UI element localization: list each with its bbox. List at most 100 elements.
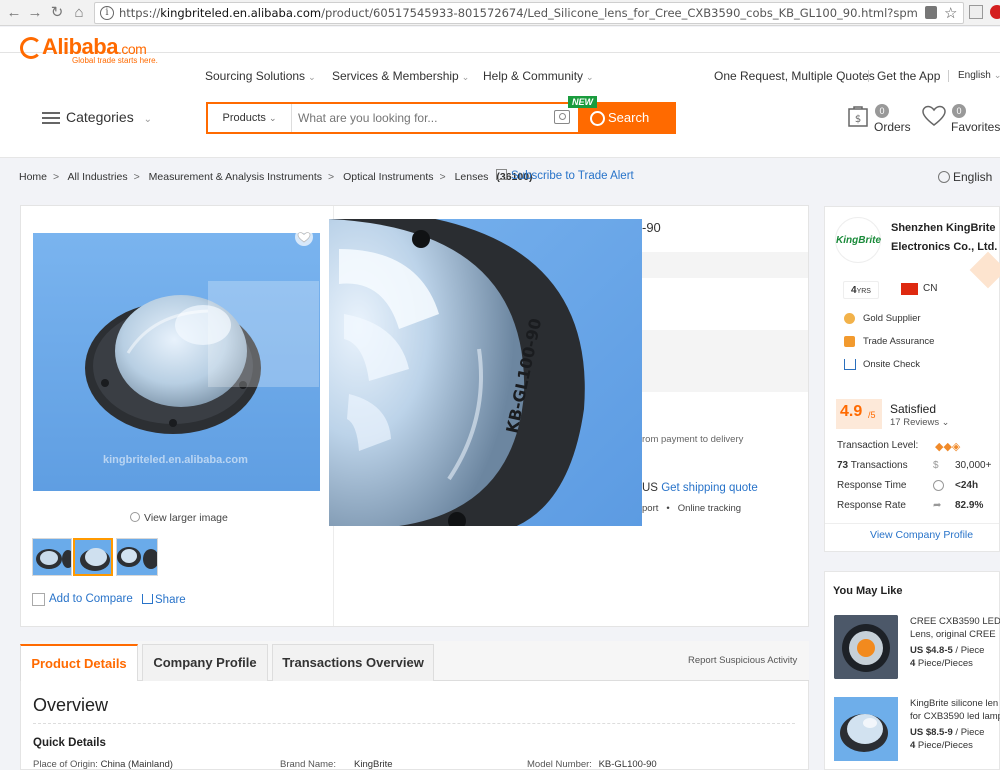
- favorites-link[interactable]: Favorites: [951, 120, 1000, 134]
- view-larger-image-link[interactable]: View larger image: [130, 512, 228, 524]
- back-icon[interactable]: ←: [4, 3, 24, 23]
- home-icon[interactable]: ⌂: [69, 3, 89, 23]
- extension-icon[interactable]: [925, 6, 937, 19]
- forward-icon[interactable]: →: [25, 3, 45, 23]
- breadcrumb-home[interactable]: Home: [19, 171, 47, 183]
- place-of-origin-field: Place of Origin: China (Mainland): [33, 759, 173, 770]
- language-selector[interactable]: English ⌄: [958, 70, 1000, 81]
- chevron-down-icon: ⌄: [308, 72, 316, 82]
- add-to-compare-link[interactable]: Add to Compare: [49, 593, 133, 605]
- reviews-link[interactable]: 17 Reviews ⌄: [890, 417, 949, 428]
- breadcrumb-lenses[interactable]: Lenses: [455, 171, 489, 183]
- site-info-icon[interactable]: i: [100, 6, 114, 20]
- dollar-icon: $: [933, 460, 939, 471]
- reload-icon[interactable]: ↻: [47, 3, 67, 23]
- extension-icon-2[interactable]: [969, 5, 983, 19]
- thumbnail-3[interactable]: [116, 538, 158, 576]
- categories-menu[interactable]: Categories ⌄: [42, 109, 152, 127]
- overview-title: Overview: [33, 695, 109, 715]
- search-category-dropdown[interactable]: Products ⌄: [208, 104, 292, 132]
- rating-box: 4.9 /5 Satisfied 17 Reviews ⌄: [836, 399, 989, 435]
- share-link[interactable]: Share: [142, 594, 186, 606]
- product-title-fragment: -90: [642, 220, 661, 235]
- response-rate-row: Response Rate ➦ 82.9%: [837, 500, 984, 511]
- bookmark-star-icon[interactable]: ☆: [944, 4, 957, 22]
- years-badge: 4YRS: [843, 281, 879, 299]
- chevron-down-icon: ⌄: [586, 72, 594, 82]
- clock-icon: [933, 480, 944, 491]
- divider: [868, 70, 869, 82]
- globe-icon: [938, 171, 950, 183]
- one-request-link[interactable]: One Request, Multiple Quotes: [714, 69, 875, 83]
- gold-supplier-label[interactable]: Gold Supplier: [863, 313, 921, 324]
- logo-tagline: Global trade starts here.: [72, 56, 158, 65]
- report-suspicious-link[interactable]: Report Suspicious Activity: [688, 655, 797, 666]
- you-may-like-title: You May Like: [833, 585, 903, 597]
- recommend-item-2-name[interactable]: KingBrite silicone len for CXB3590 led la…: [910, 697, 1000, 723]
- get-shipping-quote-link[interactable]: Get shipping quote: [661, 482, 758, 494]
- orders-link[interactable]: Orders: [874, 120, 911, 134]
- shipping-row: US Get shipping quote: [642, 482, 758, 494]
- supplier-logo[interactable]: KingBrite: [835, 217, 881, 263]
- image-watermark: kingbriteled.en.alibaba.com: [103, 454, 248, 466]
- recommend-item-2-image[interactable]: [834, 697, 898, 761]
- reply-arrow-icon: ➦: [933, 500, 942, 511]
- rating-score: 4.9: [840, 403, 863, 420]
- nav-services-membership[interactable]: Services & Membership ⌄: [332, 69, 469, 83]
- supplier-card: KingBrite Shenzhen KingBrite Electronics…: [824, 206, 1000, 552]
- recommend-item-1-price: US $4.8-5 / Piece: [910, 645, 985, 656]
- camera-icon[interactable]: [554, 110, 570, 124]
- alibaba-logo[interactable]: Alibaba.com Global trade starts here.: [20, 34, 180, 65]
- add-to-compare-checkbox[interactable]: [32, 593, 45, 606]
- info-row: [642, 330, 808, 392]
- search-input[interactable]: [298, 108, 548, 128]
- extension-icon-3[interactable]: [990, 5, 1000, 19]
- breadcrumb-measurement[interactable]: Measurement & Analysis Instruments: [149, 171, 322, 183]
- brand-name-label: Brand Name:: [280, 759, 336, 770]
- onsite-check-icon: [844, 359, 856, 370]
- heart-icon[interactable]: [921, 104, 946, 128]
- trade-assurance-label[interactable]: Trade Assurance: [863, 336, 934, 347]
- supplier-name-line2[interactable]: Electronics Co., Ltd.: [891, 241, 997, 253]
- orders-count-badge: 0: [875, 104, 889, 118]
- share-icon: [142, 594, 153, 604]
- tab-transactions-overview[interactable]: Transactions Overview: [272, 644, 434, 681]
- onsite-check-label[interactable]: Onsite Check: [863, 359, 920, 370]
- transaction-level-diamonds-icon: ◆◆◈: [935, 441, 961, 453]
- transaction-level-row: Transaction Level: ◆◆◈: [837, 440, 961, 453]
- divider: [33, 723, 795, 724]
- payment-text: rom payment to delivery: [642, 434, 744, 445]
- rating-max: /5: [868, 410, 876, 420]
- subscribe-trade-alert-link[interactable]: Subscribe to Trade Alert: [496, 169, 634, 182]
- chevron-down-icon: ⌄: [941, 417, 950, 427]
- language-selector-2[interactable]: English: [938, 170, 992, 184]
- recommend-item-1-name[interactable]: CREE CXB3590 LED Lens, original CREE: [910, 615, 1000, 641]
- thumbnail-2-selected[interactable]: [73, 538, 113, 576]
- recommend-item-1-image[interactable]: [834, 615, 898, 679]
- address-bar[interactable]: i https://kingbriteled.en.alibaba.com/pr…: [94, 2, 964, 24]
- tab-company-profile[interactable]: Company Profile: [142, 644, 268, 681]
- tab-product-details[interactable]: Product Details: [20, 644, 138, 681]
- trade-assurance-icon: [844, 336, 855, 347]
- nav-sourcing-solutions[interactable]: Sourcing Solutions ⌄: [205, 69, 316, 83]
- thumbnail-1[interactable]: [32, 538, 72, 576]
- response-time-row: Response Time <24h: [837, 480, 979, 491]
- browser-toolbar: ← → ↻ ⌂ i https://kingbriteled.en.alibab…: [0, 0, 1000, 26]
- get-app-link[interactable]: Get the App: [877, 69, 940, 83]
- nav-help-community[interactable]: Help & Community ⌄: [483, 69, 594, 83]
- supplier-name-line1[interactable]: Shenzhen KingBrite: [891, 222, 996, 234]
- url-text: https://kingbriteled.en.alibaba.com/prod…: [119, 6, 919, 20]
- orders-icon[interactable]: $: [846, 104, 870, 128]
- recommend-item-1-moq: 4 Piece/Pieces: [910, 658, 973, 669]
- supplier-country: CN: [923, 283, 938, 294]
- detail-tabs: Product Details Company Profile Transact…: [20, 641, 809, 681]
- favorite-heart-icon[interactable]: [294, 228, 314, 246]
- favorites-count-badge: 0: [952, 104, 966, 118]
- zoom-icon: [130, 512, 140, 522]
- breadcrumb-optical[interactable]: Optical Instruments: [343, 171, 433, 183]
- view-company-profile-link[interactable]: View Company Profile: [870, 529, 973, 541]
- breadcrumb-all-industries[interactable]: All Industries: [68, 171, 128, 183]
- svg-text:$: $: [855, 114, 861, 125]
- quick-details-title: Quick Details: [33, 737, 106, 749]
- product-main-image[interactable]: kingbriteled.en.alibaba.com: [33, 233, 320, 491]
